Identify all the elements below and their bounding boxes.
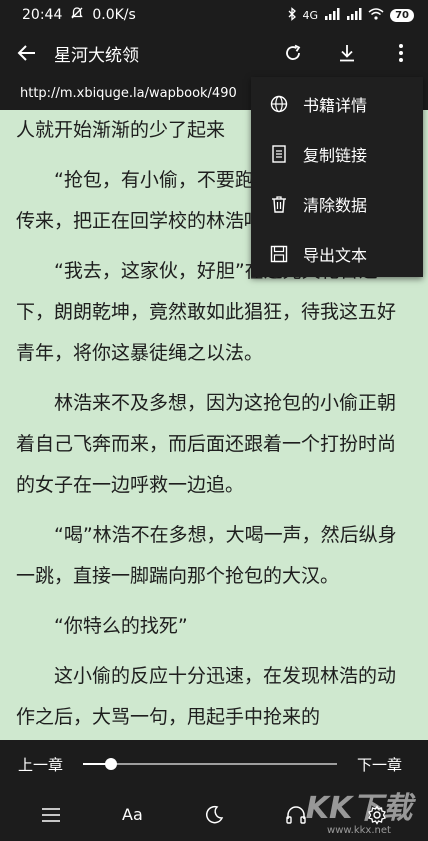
document-icon xyxy=(269,144,289,164)
slider-track xyxy=(83,763,337,765)
signal-label: 4G xyxy=(302,8,319,22)
next-chapter-button[interactable]: 下一章 xyxy=(357,754,402,775)
watermark-logo: KK下载 xyxy=(305,791,413,826)
content-paragraph: “你特么的找死” xyxy=(54,615,188,637)
menu-item-label: 清除数据 xyxy=(303,196,368,215)
top-toolbar: 星河大统领 xyxy=(0,30,428,76)
status-icons: 4G 70 xyxy=(287,6,414,24)
status-bar: 20:44 0.0K/s 4G 70 xyxy=(0,0,428,30)
back-arrow-icon[interactable] xyxy=(10,36,44,70)
reader-bottom-bar: 上一章 下一章 Aa KK下载 www.kkx.net xyxy=(0,740,428,841)
globe-icon xyxy=(269,94,289,114)
menu-item-copy-link[interactable]: 复制链接 xyxy=(251,129,423,179)
watermark-site: www.kkx.net xyxy=(327,825,391,836)
signal-icon-2 xyxy=(346,7,362,23)
content-paragraph: 林浩来不及多想，因为这抢包的小偷正朝着自己飞奔而来，而后面还跟着一个打扮时尚的女… xyxy=(16,392,397,496)
refresh-icon[interactable] xyxy=(276,36,310,70)
menu-icon[interactable] xyxy=(31,795,71,835)
trash-icon xyxy=(269,194,289,214)
signal-icon xyxy=(324,7,340,23)
site-watermark: KK下载 www.kkx.net xyxy=(304,793,414,837)
bluetooth-icon xyxy=(287,6,297,24)
chapter-progress-slider[interactable] xyxy=(83,754,337,774)
battery-indicator: 70 xyxy=(390,8,414,22)
slider-thumb[interactable] xyxy=(105,758,118,770)
save-icon xyxy=(269,244,289,264)
more-options-icon[interactable] xyxy=(384,36,418,70)
wifi-icon xyxy=(368,7,384,23)
menu-item-label: 书籍详情 xyxy=(303,96,368,115)
content-paragraph: 这小偷的反应十分迅速，在发现林浩的动作之后，大骂一句，甩起手中抢来的 xyxy=(16,665,397,728)
menu-item-label: 导出文本 xyxy=(303,246,368,265)
book-title: 星河大统领 xyxy=(54,45,139,66)
menu-item-label: 复制链接 xyxy=(303,146,368,165)
menu-item-clear-data[interactable]: 清除数据 xyxy=(251,179,423,229)
font-settings-button[interactable]: Aa xyxy=(112,795,152,835)
menu-item-book-details[interactable]: 书籍详情 xyxy=(251,79,423,129)
night-mode-icon[interactable] xyxy=(194,795,234,835)
content-paragraph: “喝”林浩不在多想，大喝一声，然后纵身一跳，直接一脚踹向那个抢包的大汉。 xyxy=(16,524,397,587)
network-speed: 0.0K/s xyxy=(92,7,136,23)
status-time: 20:44 xyxy=(22,7,63,23)
menu-item-export-text[interactable]: 导出文本 xyxy=(251,229,423,279)
mute-icon xyxy=(70,6,84,24)
download-icon[interactable] xyxy=(330,36,364,70)
overflow-menu: 书籍详情 复制链接 清除数据 导出文本 xyxy=(251,77,423,277)
prev-chapter-button[interactable]: 上一章 xyxy=(18,754,63,775)
